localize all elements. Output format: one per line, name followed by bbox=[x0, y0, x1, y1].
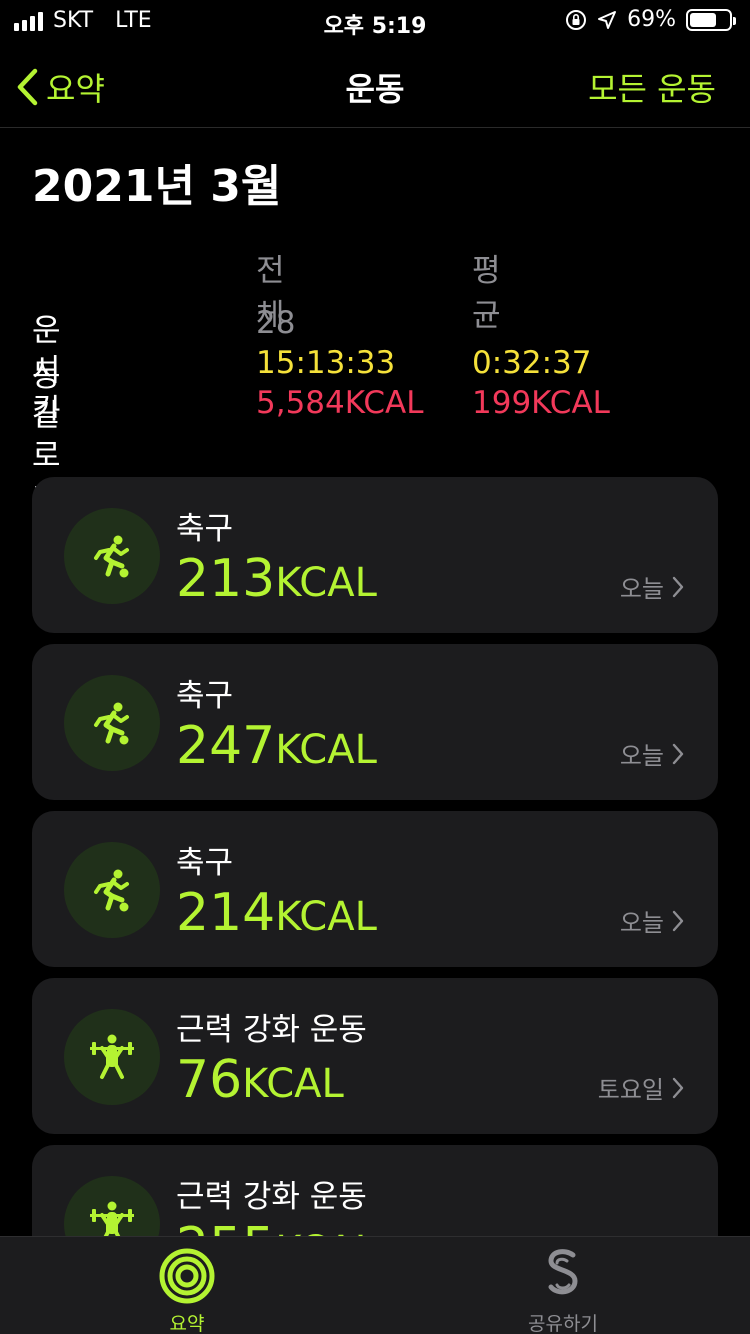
workout-icon-circle bbox=[64, 842, 160, 938]
workout-card[interactable]: 근력 강화 운동 76KCAL 토요일 bbox=[32, 978, 718, 1134]
workout-card[interactable]: 축구 247KCAL 오늘 bbox=[32, 644, 718, 800]
workout-card[interactable]: 축구 214KCAL 오늘 bbox=[32, 811, 718, 967]
month-heading: 2021년 3월 bbox=[32, 161, 282, 212]
workout-date: 오늘 bbox=[620, 736, 684, 771]
workout-kcal: 214KCAL bbox=[176, 883, 377, 943]
orientation-lock-icon bbox=[566, 9, 587, 30]
workout-name: 근력 강화 운동 bbox=[176, 1179, 367, 1215]
tab-sharing[interactable]: 공유하기 bbox=[503, 1247, 623, 1334]
workout-date-label: 토요일 bbox=[597, 1076, 664, 1104]
soccer-icon bbox=[94, 869, 129, 912]
stats-time-total: 15:13:33 bbox=[256, 345, 396, 381]
workout-name: 축구 bbox=[176, 845, 234, 881]
chevron-right-icon bbox=[672, 743, 684, 764]
workout-icon-circle bbox=[64, 675, 160, 771]
chevron-right-icon bbox=[672, 1077, 684, 1098]
workout-kcal-unit: KCAL bbox=[275, 560, 377, 606]
workout-kcal-value: 76 bbox=[176, 1050, 243, 1110]
workout-card[interactable]: 축구 213KCAL 오늘 bbox=[32, 477, 718, 633]
tab-summary-label: 요약 bbox=[169, 1313, 205, 1334]
workout-date-label: 오늘 bbox=[619, 575, 664, 603]
workout-date-label: 오늘 bbox=[619, 909, 664, 937]
workout-kcal-unit: KCAL bbox=[275, 894, 377, 940]
workout-date: 오늘 bbox=[620, 903, 684, 938]
strength-training-icon bbox=[90, 1034, 134, 1079]
status-bar: SKT LTE 오후 5:19 69% bbox=[0, 0, 750, 40]
navigation-bar: 요약 운동 모든 운동 bbox=[0, 40, 750, 128]
tab-summary[interactable]: 요약 bbox=[127, 1247, 247, 1334]
workout-kcal-unit: KCAL bbox=[275, 727, 377, 773]
workout-date-label: 오늘 bbox=[619, 742, 664, 770]
stats-kcal-average: 199KCAL bbox=[472, 385, 610, 421]
workout-kcal-unit: KCAL bbox=[242, 1061, 344, 1107]
battery-percent: 69% bbox=[627, 7, 676, 32]
workout-icon-circle bbox=[64, 1009, 160, 1105]
workout-kcal: 247KCAL bbox=[176, 716, 377, 776]
tab-bar: 요약 공유하기 bbox=[0, 1236, 750, 1334]
workout-icon-circle bbox=[64, 508, 160, 604]
workout-name: 축구 bbox=[176, 511, 234, 547]
battery-icon bbox=[686, 8, 736, 31]
location-icon bbox=[598, 10, 617, 29]
status-right: 69% bbox=[565, 7, 736, 32]
activity-rings-icon bbox=[159, 1248, 215, 1304]
stats-workouts-total: 28 bbox=[256, 305, 296, 341]
workout-kcal: 76KCAL bbox=[176, 1050, 344, 1110]
workout-kcal-value: 213 bbox=[176, 549, 276, 609]
workout-name: 근력 강화 운동 bbox=[176, 1012, 367, 1048]
soccer-icon bbox=[94, 535, 129, 578]
stats-kcal-total: 5,584KCAL bbox=[256, 385, 424, 421]
stats-header-average: 평균 bbox=[472, 253, 501, 334]
tab-sharing-label: 공유하기 bbox=[528, 1313, 598, 1334]
chevron-right-icon bbox=[672, 910, 684, 931]
stats-time-average: 0:32:37 bbox=[472, 345, 592, 381]
workout-kcal: 213KCAL bbox=[176, 549, 377, 609]
workout-kcal-value: 214 bbox=[176, 883, 276, 943]
workout-kcal-value: 247 bbox=[176, 716, 276, 776]
soccer-icon bbox=[94, 702, 129, 745]
workout-name: 축구 bbox=[176, 678, 234, 714]
sharing-icon bbox=[548, 1249, 578, 1295]
workout-date: 오늘 bbox=[620, 569, 684, 604]
chevron-right-icon bbox=[672, 576, 684, 597]
workout-date: 토요일 bbox=[598, 1070, 684, 1105]
all-workouts-button[interactable]: 모든 운동 bbox=[588, 64, 716, 110]
